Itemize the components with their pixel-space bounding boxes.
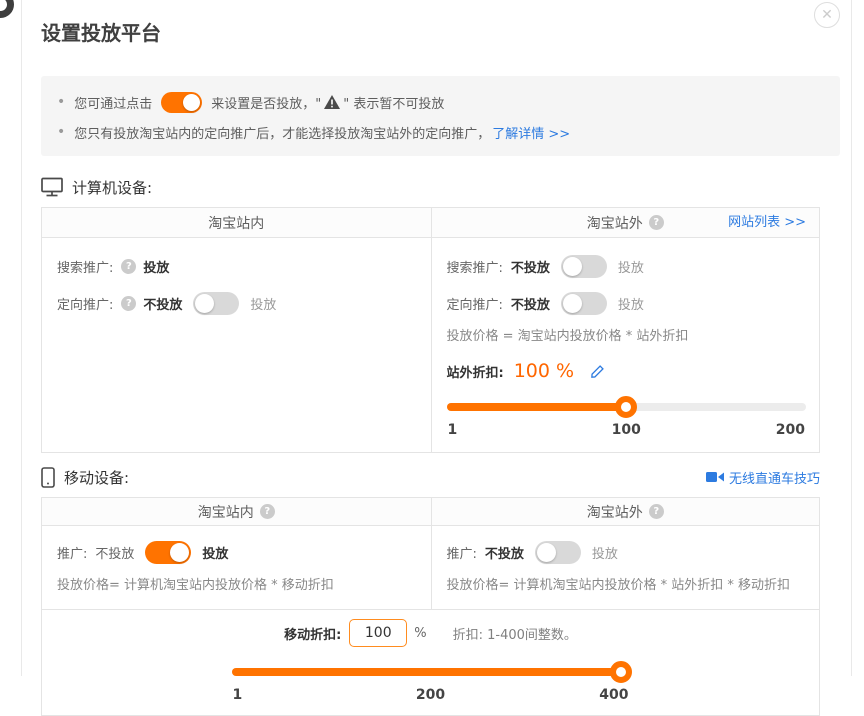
computer-offsite-target-row: 定向推广: 不投放 投放 [447,291,807,315]
bullet-icon: • [57,124,65,140]
offsite-slider-ticks: 1 100 200 [447,422,807,440]
video-icon [706,471,724,483]
toggle-off-label: 不投放 [511,294,550,313]
offsite-price-formula: 投放价格 = 淘宝站内投放价格 * 站外折扣 [447,328,807,346]
computer-section-header: 计算机设备: [41,175,820,199]
phone-icon [41,467,55,488]
edit-pencil-icon[interactable] [590,364,605,379]
mobile-offsite-promo-toggle[interactable] [535,541,581,564]
notice-text: " 表示暂不可投放 [343,93,444,112]
toggle-knob [183,94,200,111]
computer-onsite-cell: 搜索推广: ? 投放 定向推广: ? 不投放 投放 [42,238,431,452]
notice-text: 来设置是否投放，" [211,93,321,112]
toggle-knob [170,543,189,562]
mobile-table-header: 淘宝站内 ? 淘宝站外 ? [42,498,819,526]
mobile-discount-section: 移动折扣: % 折扣: 1-400间整数。 1 200 400 [42,609,819,715]
panel-right-border [851,0,852,676]
toggle-knob [563,257,582,276]
computer-offsite-cell: 搜索推广: 不投放 投放 定向推广: 不投放 投放 投放价格 = 淘宝站内投放价… [431,238,820,452]
toggle-knob [563,294,582,313]
mobile-discount-row: 移动折扣: % 折扣: 1-400间整数。 [42,617,819,649]
toggle-on-label: 投放 [618,294,644,313]
mobile-onsite-promo-row: 推广: 不投放 投放 [57,540,418,564]
mobile-offsite-header: 淘宝站外 ? [431,498,820,525]
slider-fill [447,403,627,411]
slider-handle[interactable] [610,661,632,683]
mobile-offsite-cell: 推广: 不投放 投放 投放价格= 计算机淘宝站内投放价格 * 站外折扣 * 移动… [431,526,820,609]
computer-onsite-search-row: 搜索推广: ? 投放 [57,254,418,278]
mobile-offsite-promo-row: 推广: 不投放 投放 [447,540,807,564]
mobile-onsite-price-formula: 投放价格= 计算机淘宝站内投放价格 * 移动折扣 [57,577,418,595]
bullet-icon: • [57,94,65,110]
toggle-off-label: 不投放 [95,543,134,562]
page-title: 设置投放平台 [41,20,820,46]
computer-table: 淘宝站内 淘宝站外 ? 网站列表 >> 搜索推广: ? 投放 定向推广: ? 不… [41,207,820,453]
toggle-on-label: 投放 [202,543,228,562]
help-icon[interactable]: ? [121,259,136,274]
help-icon[interactable]: ? [260,504,275,519]
help-icon[interactable]: ? [649,504,664,519]
toggle-off-label: 不投放 [511,257,550,276]
toggle-off-label: 不投放 [485,543,524,562]
computer-onsite-target-row: 定向推广: ? 不投放 投放 [57,291,418,315]
discount-hint: 折扣: 1-400间整数。 [453,624,577,643]
mobile-onsite-cell: 推广: 不投放 投放 投放价格= 计算机淘宝站内投放价格 * 移动折扣 [42,526,431,609]
slider-handle[interactable] [615,396,637,418]
learn-more-link[interactable]: 了解详情 >> [492,123,570,142]
computer-offsite-search-toggle[interactable] [561,255,607,278]
notice-line-2: • 您只有投放淘宝站内的定向推广后，才能选择投放淘宝站外的定向推广， 了解详情 … [57,118,824,146]
mobile-table: 淘宝站内 ? 淘宝站外 ? 推广: 不投放 投放 投放价格= 计算机淘宝站内投放… [41,497,820,716]
computer-offsite-search-row: 搜索推广: 不投放 投放 [447,254,807,278]
dialog-content: 设置投放平台 • 您可通过点击 来设置是否投放，" " 表示暂不可投放 • 您只… [41,0,820,716]
offsite-discount-row: 站外折扣: 100 % [447,358,807,384]
computer-icon [41,177,63,197]
mobile-discount-input[interactable] [349,619,407,647]
search-status-value: 投放 [143,257,169,276]
toggle-on-label: 投放 [250,294,276,313]
discount-unit: % [414,626,426,641]
site-list-link[interactable]: 网站列表 >> [728,208,806,237]
mobile-slider-ticks: 1 200 400 [232,687,630,705]
example-toggle[interactable] [161,92,202,113]
help-icon[interactable]: ? [121,296,136,311]
offsite-discount-value: 100 % [514,360,574,382]
computer-section-label: 计算机设备: [72,177,152,198]
mobile-onsite-promo-toggle[interactable] [145,541,191,564]
help-icon[interactable]: ? [649,215,664,230]
toggle-on-label: 投放 [618,257,644,276]
mobile-onsite-header: 淘宝站内 ? [42,498,431,525]
warning-icon [324,95,340,109]
panel-left-border [21,0,22,676]
partial-badge-icon [0,0,14,18]
notice-text: 您只有投放淘宝站内的定向推广后，才能选择投放淘宝站外的定向推广， [74,123,490,142]
mobile-section-header: 移动设备: 无线直通车技巧 [41,465,820,489]
computer-onsite-target-toggle[interactable] [193,292,239,315]
notice-box: • 您可通过点击 来设置是否投放，" " 表示暂不可投放 • 您只有投放淘宝站内… [41,76,840,156]
offsite-discount-slider[interactable] [447,396,807,418]
toggle-knob [537,543,556,562]
slider-fill [232,668,630,676]
computer-table-header: 淘宝站内 淘宝站外 ? 网站列表 >> [42,208,819,238]
notice-line-1: • 您可通过点击 来设置是否投放，" " 表示暂不可投放 [57,86,824,118]
mobile-discount-slider[interactable] [232,661,630,683]
wireless-tips-link[interactable]: 无线直通车技巧 [729,468,820,487]
computer-offsite-target-toggle[interactable] [561,292,607,315]
toggle-on-label: 投放 [592,543,618,562]
computer-onsite-header: 淘宝站内 [42,208,431,237]
toggle-knob [195,294,214,313]
computer-offsite-header: 淘宝站外 ? 网站列表 >> [431,208,820,237]
mobile-section-label: 移动设备: [64,467,129,488]
notice-text: 您可通过点击 [74,93,152,112]
toggle-off-label: 不投放 [143,294,182,313]
mobile-offsite-price-formula: 投放价格= 计算机淘宝站内投放价格 * 站外折扣 * 移动折扣 [447,577,807,595]
